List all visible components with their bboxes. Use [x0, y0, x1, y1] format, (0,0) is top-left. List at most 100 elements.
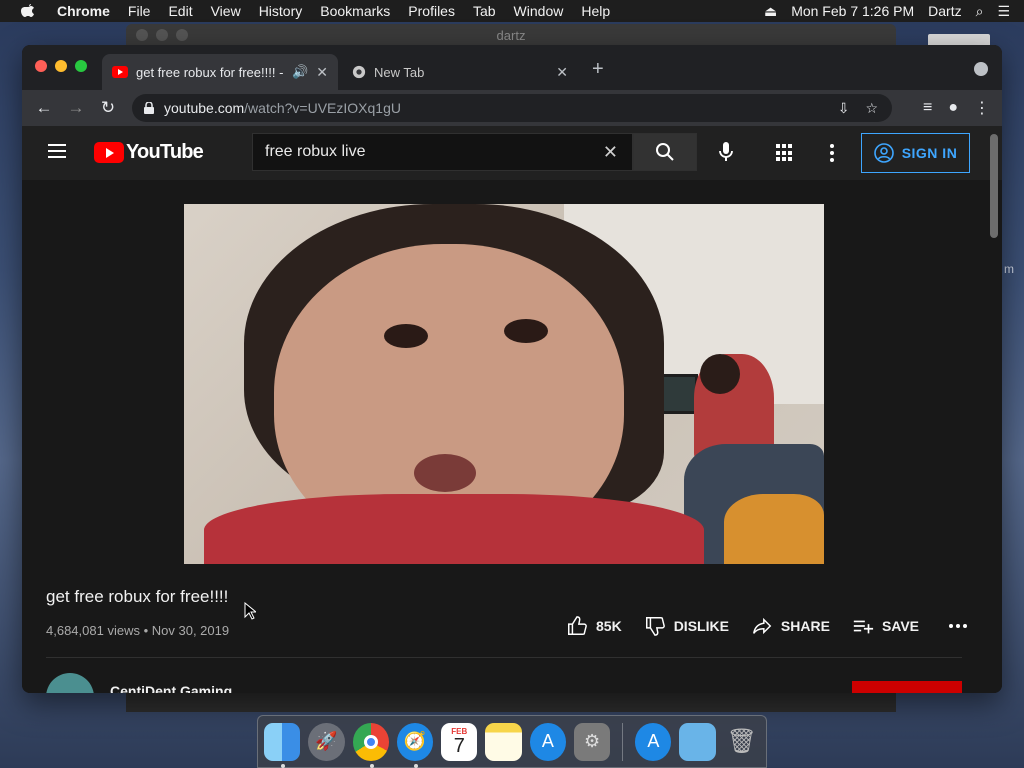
page-scrollbar[interactable]: [990, 134, 998, 238]
search-input[interactable]: free robux live ✕: [252, 133, 633, 171]
dislike-label: DISLIKE: [673, 618, 729, 634]
reload-icon[interactable]: ↻: [92, 92, 124, 124]
dislike-button[interactable]: DISLIKE: [644, 615, 729, 637]
address-bar[interactable]: youtube.com/watch?v=UVEzIOXq1gU ⇩ ☆: [132, 94, 892, 122]
menubar-clock[interactable]: Mon Feb 7 1:26 PM: [791, 3, 914, 19]
tab-strip: get free robux for free!!!! - 🔊 ✕ New Ta…: [22, 45, 1002, 90]
voice-search-mic-icon[interactable]: [714, 140, 738, 164]
like-button[interactable]: 85K: [566, 615, 622, 637]
share-label: SHARE: [780, 618, 830, 634]
notes-icon[interactable]: [485, 722, 522, 761]
subscribe-button[interactable]: [852, 681, 962, 693]
section-divider: [46, 657, 962, 658]
window-controls: [35, 60, 87, 72]
background-window-titlebar[interactable]: dartz: [126, 24, 896, 46]
dock-separator: [622, 722, 624, 761]
folder-icon[interactable]: [679, 722, 716, 761]
save-label: SAVE: [881, 618, 920, 634]
calendar-day: 7: [453, 735, 465, 757]
account-circle-icon: [873, 143, 894, 163]
video-player[interactable]: [184, 204, 824, 564]
url-host: youtube.com: [164, 100, 245, 116]
video-actions: 85K DISLIKE SHARE SAVE: [566, 615, 968, 637]
bookmark-star-icon[interactable]: ☆: [865, 100, 878, 117]
launchpad-icon[interactable]: 🚀: [308, 722, 345, 761]
channel-name[interactable]: CentiDent Gaming: [110, 683, 232, 693]
menu-edit[interactable]: Edit: [159, 3, 201, 19]
chrome-favicon-icon: [352, 65, 366, 79]
close-tab-icon[interactable]: ✕: [316, 64, 328, 81]
search-query: free robux live: [265, 143, 366, 160]
toolbar-right-icons: ≡ ● ⋮: [923, 98, 990, 118]
minimize-window-button[interactable]: [55, 60, 67, 72]
trash-icon[interactable]: 🗑: [724, 723, 760, 761]
finder-icon[interactable]: [264, 722, 301, 768]
close-tab-icon[interactable]: ✕: [556, 64, 568, 81]
close-window-button[interactable]: [35, 60, 47, 72]
menu-file[interactable]: File: [119, 3, 160, 19]
back-arrow-icon[interactable]: ←: [28, 92, 60, 124]
menu-view[interactable]: View: [202, 3, 250, 19]
media-control-icon[interactable]: ≡: [923, 99, 932, 117]
search-icon: [656, 143, 674, 161]
install-app-icon[interactable]: ⇩: [838, 100, 850, 117]
apps-grid-icon[interactable]: [776, 144, 794, 162]
like-count: 85K: [596, 618, 622, 634]
new-tab-plus-icon[interactable]: +: [592, 58, 604, 81]
address-bar-actions: ⇩ ☆: [838, 100, 892, 117]
mouse-cursor-icon: [244, 602, 256, 620]
youtube-favicon-icon: [112, 66, 128, 78]
tab-search-icon[interactable]: [974, 62, 988, 76]
menu-bookmarks[interactable]: Bookmarks: [311, 3, 399, 19]
control-center-icon[interactable]: ☰: [997, 3, 1010, 20]
tab-new-tab[interactable]: New Tab ✕: [342, 54, 578, 90]
zoom-window-button[interactable]: [75, 60, 87, 72]
save-button[interactable]: SAVE: [852, 615, 919, 637]
browser-toolbar: ← → ↻ youtube.com/watch?v=UVEzIOXq1gU ⇩ …: [22, 90, 1002, 126]
share-arrow-icon: [752, 617, 772, 635]
spotlight-search-icon[interactable]: ⌕: [976, 3, 984, 20]
youtube-page: YouTube free robux live ✕ SIGN IN get fr…: [22, 126, 1002, 693]
youtube-masthead: YouTube free robux live ✕ SIGN IN: [22, 126, 1002, 238]
search-button[interactable]: [633, 133, 697, 171]
profile-icon[interactable]: ●: [948, 99, 958, 117]
desktop-edge-fragment: m: [1004, 262, 1014, 276]
safari-icon[interactable]: 🧭: [396, 722, 434, 768]
app-store-downloads-icon[interactable]: A: [635, 722, 672, 761]
menu-help[interactable]: Help: [572, 3, 619, 19]
app-store-icon[interactable]: A: [529, 722, 566, 761]
share-button[interactable]: SHARE: [751, 615, 830, 637]
mac-dock: 🚀 🧭 FEB 7 A ⚙ A 🗑: [257, 715, 767, 768]
upload-date: Nov 30, 2019: [151, 623, 230, 638]
calendar-icon[interactable]: FEB 7: [441, 722, 478, 761]
eject-icon[interactable]: ⏏: [764, 3, 777, 20]
meta-separator: •: [143, 623, 149, 638]
mac-menu-bar: Chrome File Edit View History Bookmarks …: [0, 0, 1024, 22]
sign-in-button[interactable]: SIGN IN: [861, 133, 970, 173]
menu-history[interactable]: History: [250, 3, 312, 19]
system-preferences-icon[interactable]: ⚙: [573, 722, 611, 761]
menu-tab[interactable]: Tab: [464, 3, 505, 19]
apple-icon[interactable]: [20, 3, 36, 19]
forward-arrow-icon[interactable]: →: [60, 92, 92, 124]
chrome-icon[interactable]: [352, 722, 389, 768]
url-path: /watch?v=UVEzIOXq1gU: [244, 100, 401, 116]
video-title: get free robux for free!!!!: [46, 587, 229, 606]
settings-more-icon[interactable]: [830, 144, 834, 162]
menubar-status-area: ⏏ Mon Feb 7 1:26 PM Dartz ⌕ ☰: [764, 3, 1024, 20]
lock-icon[interactable]: [144, 102, 154, 114]
youtube-logo[interactable]: YouTube: [94, 141, 204, 164]
tab-youtube-video[interactable]: get free robux for free!!!! - 🔊 ✕: [102, 54, 338, 90]
clear-search-icon[interactable]: ✕: [603, 142, 632, 163]
more-actions-icon[interactable]: [949, 624, 968, 628]
menu-window[interactable]: Window: [505, 3, 573, 19]
chrome-menu-icon[interactable]: ⋮: [974, 98, 990, 118]
menu-profiles[interactable]: Profiles: [399, 3, 464, 19]
youtube-play-logo-icon: [94, 142, 124, 163]
background-window-controls: [136, 29, 188, 41]
audio-playing-icon[interactable]: 🔊: [292, 64, 308, 80]
menu-app-name[interactable]: Chrome: [48, 3, 119, 19]
hamburger-menu-icon[interactable]: [48, 144, 66, 158]
menubar-user[interactable]: Dartz: [928, 3, 961, 19]
channel-avatar[interactable]: [46, 673, 94, 693]
